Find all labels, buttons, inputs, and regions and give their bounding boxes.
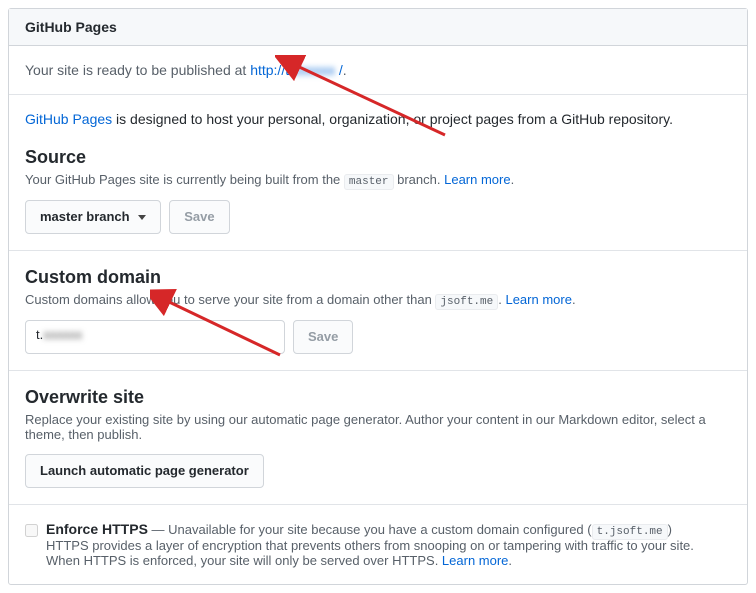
custom-domain-section: Custom domain Custom domains allow you t… <box>9 251 747 371</box>
overwrite-help: Replace your existing site by using our … <box>25 412 731 442</box>
chevron-down-icon <box>138 215 146 220</box>
custom-domain-controls: t.xxxxxx Save <box>25 320 731 354</box>
publish-url-link[interactable]: http://t.xxxxxx / <box>250 62 343 78</box>
enforce-https-body: Enforce HTTPS — Unavailable for your sit… <box>46 521 731 568</box>
source-help: Your GitHub Pages site is currently bein… <box>25 172 731 188</box>
github-pages-link[interactable]: GitHub Pages <box>25 111 112 127</box>
publish-status-row: Your site is ready to be published at ht… <box>9 46 747 95</box>
default-domain-code: jsoft.me <box>435 294 498 310</box>
overwrite-section: Overwrite site Replace your existing sit… <box>9 371 747 505</box>
panel-header: GitHub Pages <box>9 9 747 46</box>
source-controls: master branch Save <box>25 200 731 234</box>
intro-text: GitHub Pages is designed to host your pe… <box>25 111 731 127</box>
enforce-https-section: Enforce HTTPS — Unavailable for your sit… <box>9 505 747 584</box>
launch-generator-button[interactable]: Launch automatic page generator <box>25 454 264 488</box>
custom-domain-input[interactable]: t.xxxxxx <box>25 320 285 354</box>
custom-domain-learn-more-link[interactable]: Learn more <box>505 292 571 307</box>
custom-domain-save-button[interactable]: Save <box>293 320 353 354</box>
custom-domain-heading: Custom domain <box>25 267 731 288</box>
source-heading: Source <box>25 147 731 168</box>
overwrite-heading: Overwrite site <box>25 387 731 408</box>
branch-code: master <box>344 174 394 190</box>
enforce-https-checkbox[interactable] <box>25 524 38 537</box>
https-learn-more-link[interactable]: Learn more <box>442 553 508 568</box>
source-learn-more-link[interactable]: Learn more <box>444 172 510 187</box>
branch-select-dropdown[interactable]: master branch <box>25 200 161 234</box>
publish-status-text: Your site is ready to be published at <box>25 62 250 78</box>
custom-domain-help: Custom domains allow you to serve your s… <box>25 292 731 308</box>
github-pages-panel: GitHub Pages Your site is ready to be pu… <box>8 8 748 585</box>
intro-and-source-section: GitHub Pages is designed to host your pe… <box>9 95 747 251</box>
panel-title: GitHub Pages <box>25 19 117 35</box>
source-save-button[interactable]: Save <box>169 200 229 234</box>
enforce-https-title: Enforce HTTPS <box>46 521 148 537</box>
